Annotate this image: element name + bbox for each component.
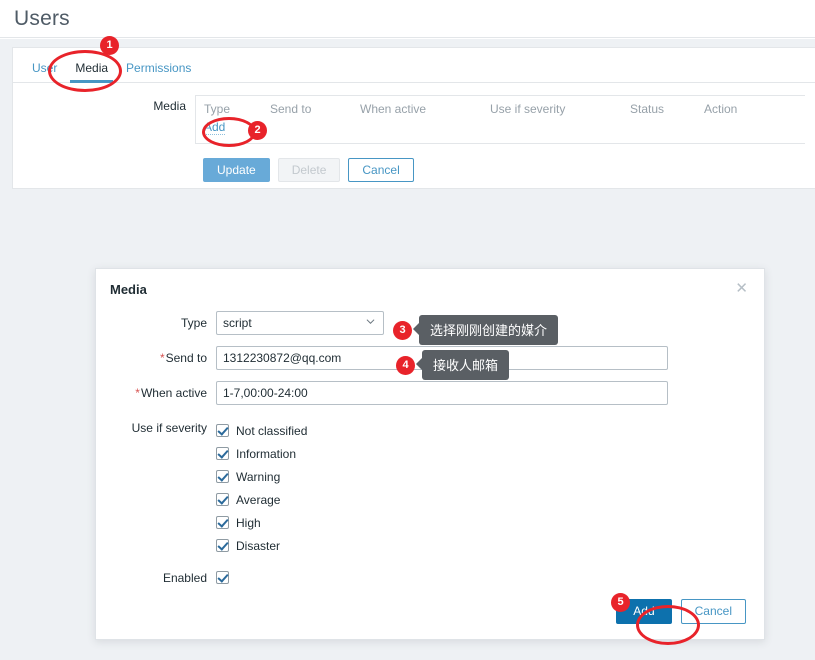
column-header-use-if-severity: Use if severity: [490, 102, 566, 116]
annotation-tooltip-4: 接收人邮箱: [415, 350, 510, 380]
type-select-wrap: script: [216, 311, 384, 335]
severity-item-high: High: [216, 511, 307, 534]
when-active-input[interactable]: [216, 381, 668, 405]
checkbox-disaster[interactable]: [216, 539, 229, 552]
checkbox-not-classified[interactable]: [216, 424, 229, 437]
media-table: Type Send to When active Use if severity…: [195, 95, 805, 144]
media-dialog-title: Media: [110, 281, 147, 297]
checkbox-warning[interactable]: [216, 470, 229, 483]
send-to-label-text: Send to: [165, 351, 207, 365]
severity-checkbox-group: Not classified Information Warning Avera…: [216, 416, 307, 557]
media-label: Media: [153, 99, 186, 113]
severity-label-average: Average: [236, 492, 281, 507]
when-active-label-text: When active: [140, 386, 207, 400]
page-title: Users: [14, 6, 70, 30]
severity-item-warning: Warning: [216, 465, 307, 488]
column-header-send-to: Send to: [270, 102, 312, 116]
when-active-row: *When active: [96, 381, 764, 405]
use-if-severity-label: Use if severity: [131, 421, 207, 435]
column-header-type: Type: [204, 102, 231, 116]
media-row: Media Type Send to When active Use if se…: [13, 95, 815, 144]
dialog-cancel-button[interactable]: Cancel: [680, 598, 746, 624]
severity-item-disaster: Disaster: [216, 534, 307, 557]
annotation-marker-1: 1: [100, 36, 119, 55]
update-button[interactable]: Update: [203, 158, 270, 182]
media-table-header: Type Send to When active Use if severity…: [196, 102, 805, 116]
annotation-tooltip-3: 选择刚刚创建的媒介: [412, 315, 559, 345]
column-header-status: Status: [630, 102, 665, 116]
media-dialog-header: Media ✕: [96, 269, 764, 309]
column-header-when-active: When active: [360, 102, 427, 116]
checkbox-information[interactable]: [216, 447, 229, 460]
tab-user[interactable]: User: [23, 61, 66, 82]
close-icon[interactable]: ✕: [733, 280, 750, 298]
severity-label-high: High: [236, 515, 261, 530]
checkbox-average[interactable]: [216, 493, 229, 506]
tab-bar: User Media Permissions: [13, 48, 815, 83]
use-if-severity-row: Use if severity Not classified Informati…: [96, 416, 764, 557]
page-header: Users: [0, 0, 815, 38]
cancel-button[interactable]: Cancel: [348, 158, 414, 182]
when-active-label: *When active: [96, 381, 216, 405]
form-action-buttons: Update Delete Cancel: [203, 158, 815, 182]
severity-label-warning: Warning: [236, 469, 281, 484]
annotation-marker-3: 3: [393, 321, 412, 340]
annotation-marker-2: 2: [248, 121, 267, 140]
delete-button: Delete: [277, 158, 341, 182]
severity-item-not-classified: Not classified: [216, 419, 307, 442]
type-select[interactable]: script: [216, 311, 384, 335]
user-form-panel: User Media Permissions Media Type Send t…: [12, 47, 815, 189]
severity-item-information: Information: [216, 442, 307, 465]
annotation-marker-4: 4: [396, 356, 415, 375]
required-asterisk: *: [135, 386, 140, 400]
add-media-link[interactable]: Add: [204, 120, 226, 135]
media-dialog-footer: Add Cancel: [96, 583, 764, 639]
severity-label-information: Information: [236, 446, 297, 461]
tab-permissions[interactable]: Permissions: [117, 61, 200, 82]
severity-item-average: Average: [216, 488, 307, 511]
media-add-row: Add: [196, 116, 805, 135]
tab-media[interactable]: Media: [66, 61, 117, 83]
severity-label-not-classified: Not classified: [236, 423, 308, 438]
severity-label-disaster: Disaster: [236, 538, 281, 553]
required-asterisk: *: [159, 351, 165, 365]
media-form: Media Type Send to When active Use if se…: [13, 83, 815, 182]
checkbox-high[interactable]: [216, 516, 229, 529]
column-header-action: Action: [704, 102, 738, 116]
type-label: Type: [180, 316, 207, 330]
send-to-label: *Send to: [96, 346, 216, 370]
annotation-marker-5: 5: [611, 593, 630, 612]
